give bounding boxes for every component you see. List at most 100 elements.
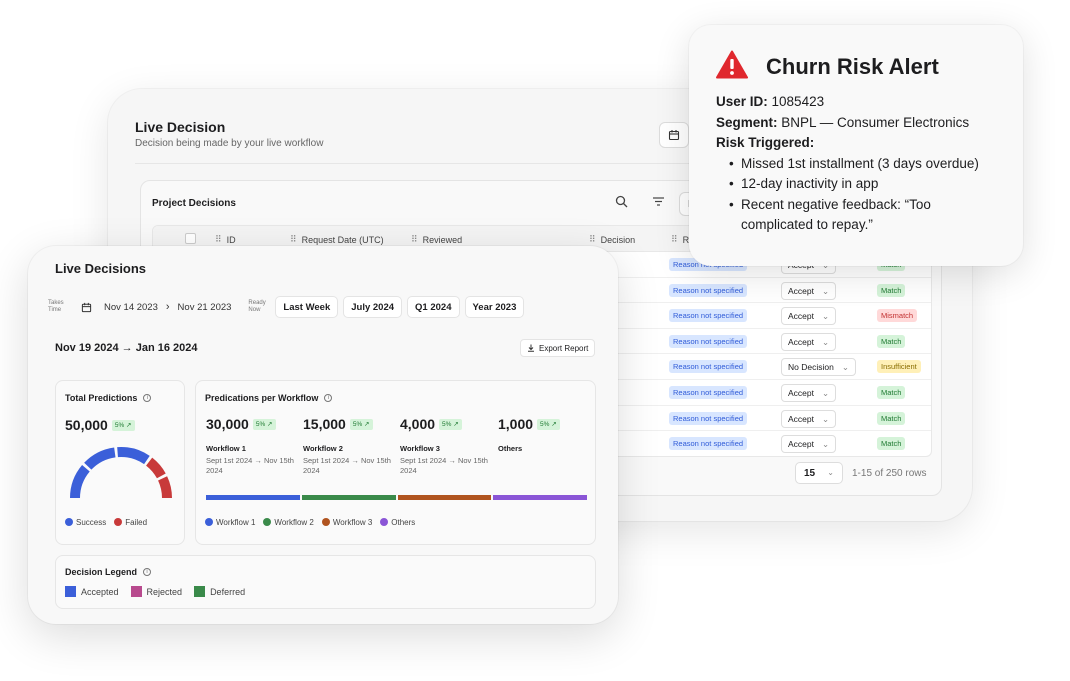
drag-handle-icon[interactable]: ⠿ <box>589 234 596 245</box>
legend-item: Workflow 3 <box>321 518 372 527</box>
workflow-bar-segment <box>493 495 587 500</box>
legend-item: Success <box>65 518 106 527</box>
workflow-value: 1,000 <box>498 416 534 432</box>
legend-swatch <box>130 586 142 597</box>
page-title: Live Decision <box>135 119 226 135</box>
legend-item: Workflow 2 <box>263 518 314 527</box>
workflow-name: Workflow 3 <box>400 444 440 453</box>
workflow-bar-segment <box>397 495 492 500</box>
legend-dot <box>205 518 213 526</box>
drag-handle-icon[interactable]: ⠿ <box>290 234 297 245</box>
decision-select[interactable]: Accept⌄ <box>781 332 837 351</box>
legend-item: Workflow 1 <box>205 518 255 527</box>
info-icon[interactable]: i <box>143 394 152 402</box>
column-request-date[interactable]: ⠿ Request Date (UTC) <box>290 234 384 245</box>
range-july-2024[interactable]: July 2024 <box>343 296 403 318</box>
page-subtitle: Decision being made by your live workflo… <box>135 138 324 149</box>
chevron-down-icon: ⌄ <box>822 413 830 424</box>
legend-item: Rejected <box>130 586 182 597</box>
export-report-button[interactable]: Export Report <box>520 339 596 357</box>
select-all-checkbox[interactable] <box>185 233 196 244</box>
workflow-name: Workflow 1 <box>206 444 246 453</box>
user-id-line: User ID: 1085423 <box>716 94 825 109</box>
chevron-down-icon: ⌄ <box>822 439 830 450</box>
range-q1-2024[interactable]: Q1 2024 <box>407 296 460 318</box>
workflow-name: Workflow 2 <box>303 444 343 453</box>
page-size-select[interactable]: 15 ⌄ <box>795 462 843 484</box>
panel-title: Project Decisions <box>152 198 236 209</box>
risk-heading: Risk Triggered: <box>716 135 815 150</box>
drag-handle-icon[interactable]: ⠿ <box>411 234 418 245</box>
chevron-down-icon: ⌄ <box>827 468 834 477</box>
match-status-badge: Match <box>877 334 906 348</box>
workflow-value: 15,000 <box>303 416 346 432</box>
info-icon[interactable]: i <box>143 568 152 576</box>
decision-legend-items: Accepted Rejected Deferred <box>65 586 245 597</box>
match-status-badge: Insufficient <box>877 360 921 374</box>
decision-select[interactable]: Accept⌄ <box>781 435 837 454</box>
reason-tag: Reason not specified <box>669 385 748 399</box>
workflow-dates: Sept 1st 2024 → Nov 15th 2024 <box>400 456 488 475</box>
legend-dot <box>65 518 73 526</box>
match-status-badge: Match <box>877 283 906 297</box>
workflow-bar-segment <box>301 495 396 500</box>
info-icon[interactable]: i <box>324 394 333 402</box>
trend-badge: 5% ↗ <box>439 419 462 430</box>
reason-tag: Reason not specified <box>669 334 748 348</box>
legend-swatch <box>65 586 76 597</box>
range-last-week[interactable]: Last Week <box>275 296 339 318</box>
search-icon[interactable] <box>615 195 628 208</box>
decision-select[interactable]: Accept⌄ <box>781 409 837 428</box>
legend-dot <box>114 518 123 526</box>
legend-item: Others <box>380 518 415 527</box>
segment-line: Segment: BNPL — Consumer Electronics <box>716 114 970 130</box>
live-decisions-dashboard: Live Decisions Takes Time Nov 14 2023 › … <box>28 246 618 624</box>
reason-tag: Reason not specified <box>669 360 748 374</box>
date-picker-button[interactable] <box>659 122 689 148</box>
workflow-dates: Sept 1st 2024 → Nov 15th 2024 <box>303 456 391 475</box>
download-icon <box>528 344 534 352</box>
workflow-stat: 4,000 5% ↗ Workflow 3 Sept 1st 2024 → Nov… <box>400 416 496 476</box>
filter-icon[interactable] <box>652 196 665 207</box>
calendar-icon <box>668 130 680 141</box>
risk-item: 12-day inactivity in app <box>729 174 999 195</box>
date-range-picker[interactable]: Nov 14 2023 › Nov 21 2023 <box>75 296 237 318</box>
total-value: 50,000 <box>65 417 108 433</box>
range-year-2023[interactable]: Year 2023 <box>464 296 525 318</box>
chevron-down-icon: ⌄ <box>822 285 830 296</box>
decision-select[interactable]: Accept⌄ <box>781 281 837 300</box>
drag-handle-icon[interactable]: ⠿ <box>671 234 678 245</box>
drag-handle-icon[interactable]: ⠿ <box>215 234 222 245</box>
legend-item: Deferred <box>194 586 245 597</box>
gauge-failed-segment <box>157 476 172 499</box>
success-gauge <box>70 447 172 499</box>
decision-select[interactable]: No Decision ⌄ <box>781 358 856 377</box>
workflow-name: Others <box>498 444 523 453</box>
decision-select[interactable]: Accept⌄ <box>781 383 837 402</box>
workflow-dates: Sept 1st 2024 → Nov 15th 2024 <box>206 456 294 475</box>
column-id[interactable]: ⠿ ID <box>215 234 236 245</box>
column-decision[interactable]: ⠿ Decision <box>589 234 635 245</box>
column-reviewed[interactable]: ⠿ Reviewed <box>411 234 462 245</box>
reason-tag: Reason not specified <box>669 309 748 323</box>
gauge-legend: Success Failed <box>65 518 147 527</box>
trend-badge: 5% ↗ <box>111 420 135 431</box>
chevron-down-icon: ⌄ <box>822 336 830 347</box>
trend-badge: 5% ↗ <box>537 419 560 430</box>
takes-time-label: Takes Time <box>48 300 64 313</box>
legend-dot <box>321 518 330 526</box>
decision-legend-card: Decision Legend i Accepted Rejected Deferre… <box>55 555 596 609</box>
workflow-value: 4,000 <box>400 416 436 432</box>
chevron-down-icon: ⌄ <box>822 387 830 398</box>
reason-tag: Reason not specified <box>669 437 748 451</box>
legend-swatch <box>194 586 206 597</box>
legend-item: Accepted <box>65 586 119 597</box>
chevron-down-icon: ⌄ <box>841 362 849 373</box>
workflow-bar-segment <box>206 495 300 500</box>
column-reason[interactable]: ⠿ R <box>671 234 689 245</box>
decision-select[interactable]: Accept⌄ <box>781 307 837 326</box>
gauge-failed-segment <box>145 457 166 479</box>
legend-dot <box>263 518 272 526</box>
alert-title: Churn Risk Alert <box>766 54 939 79</box>
warning-icon <box>716 50 748 79</box>
